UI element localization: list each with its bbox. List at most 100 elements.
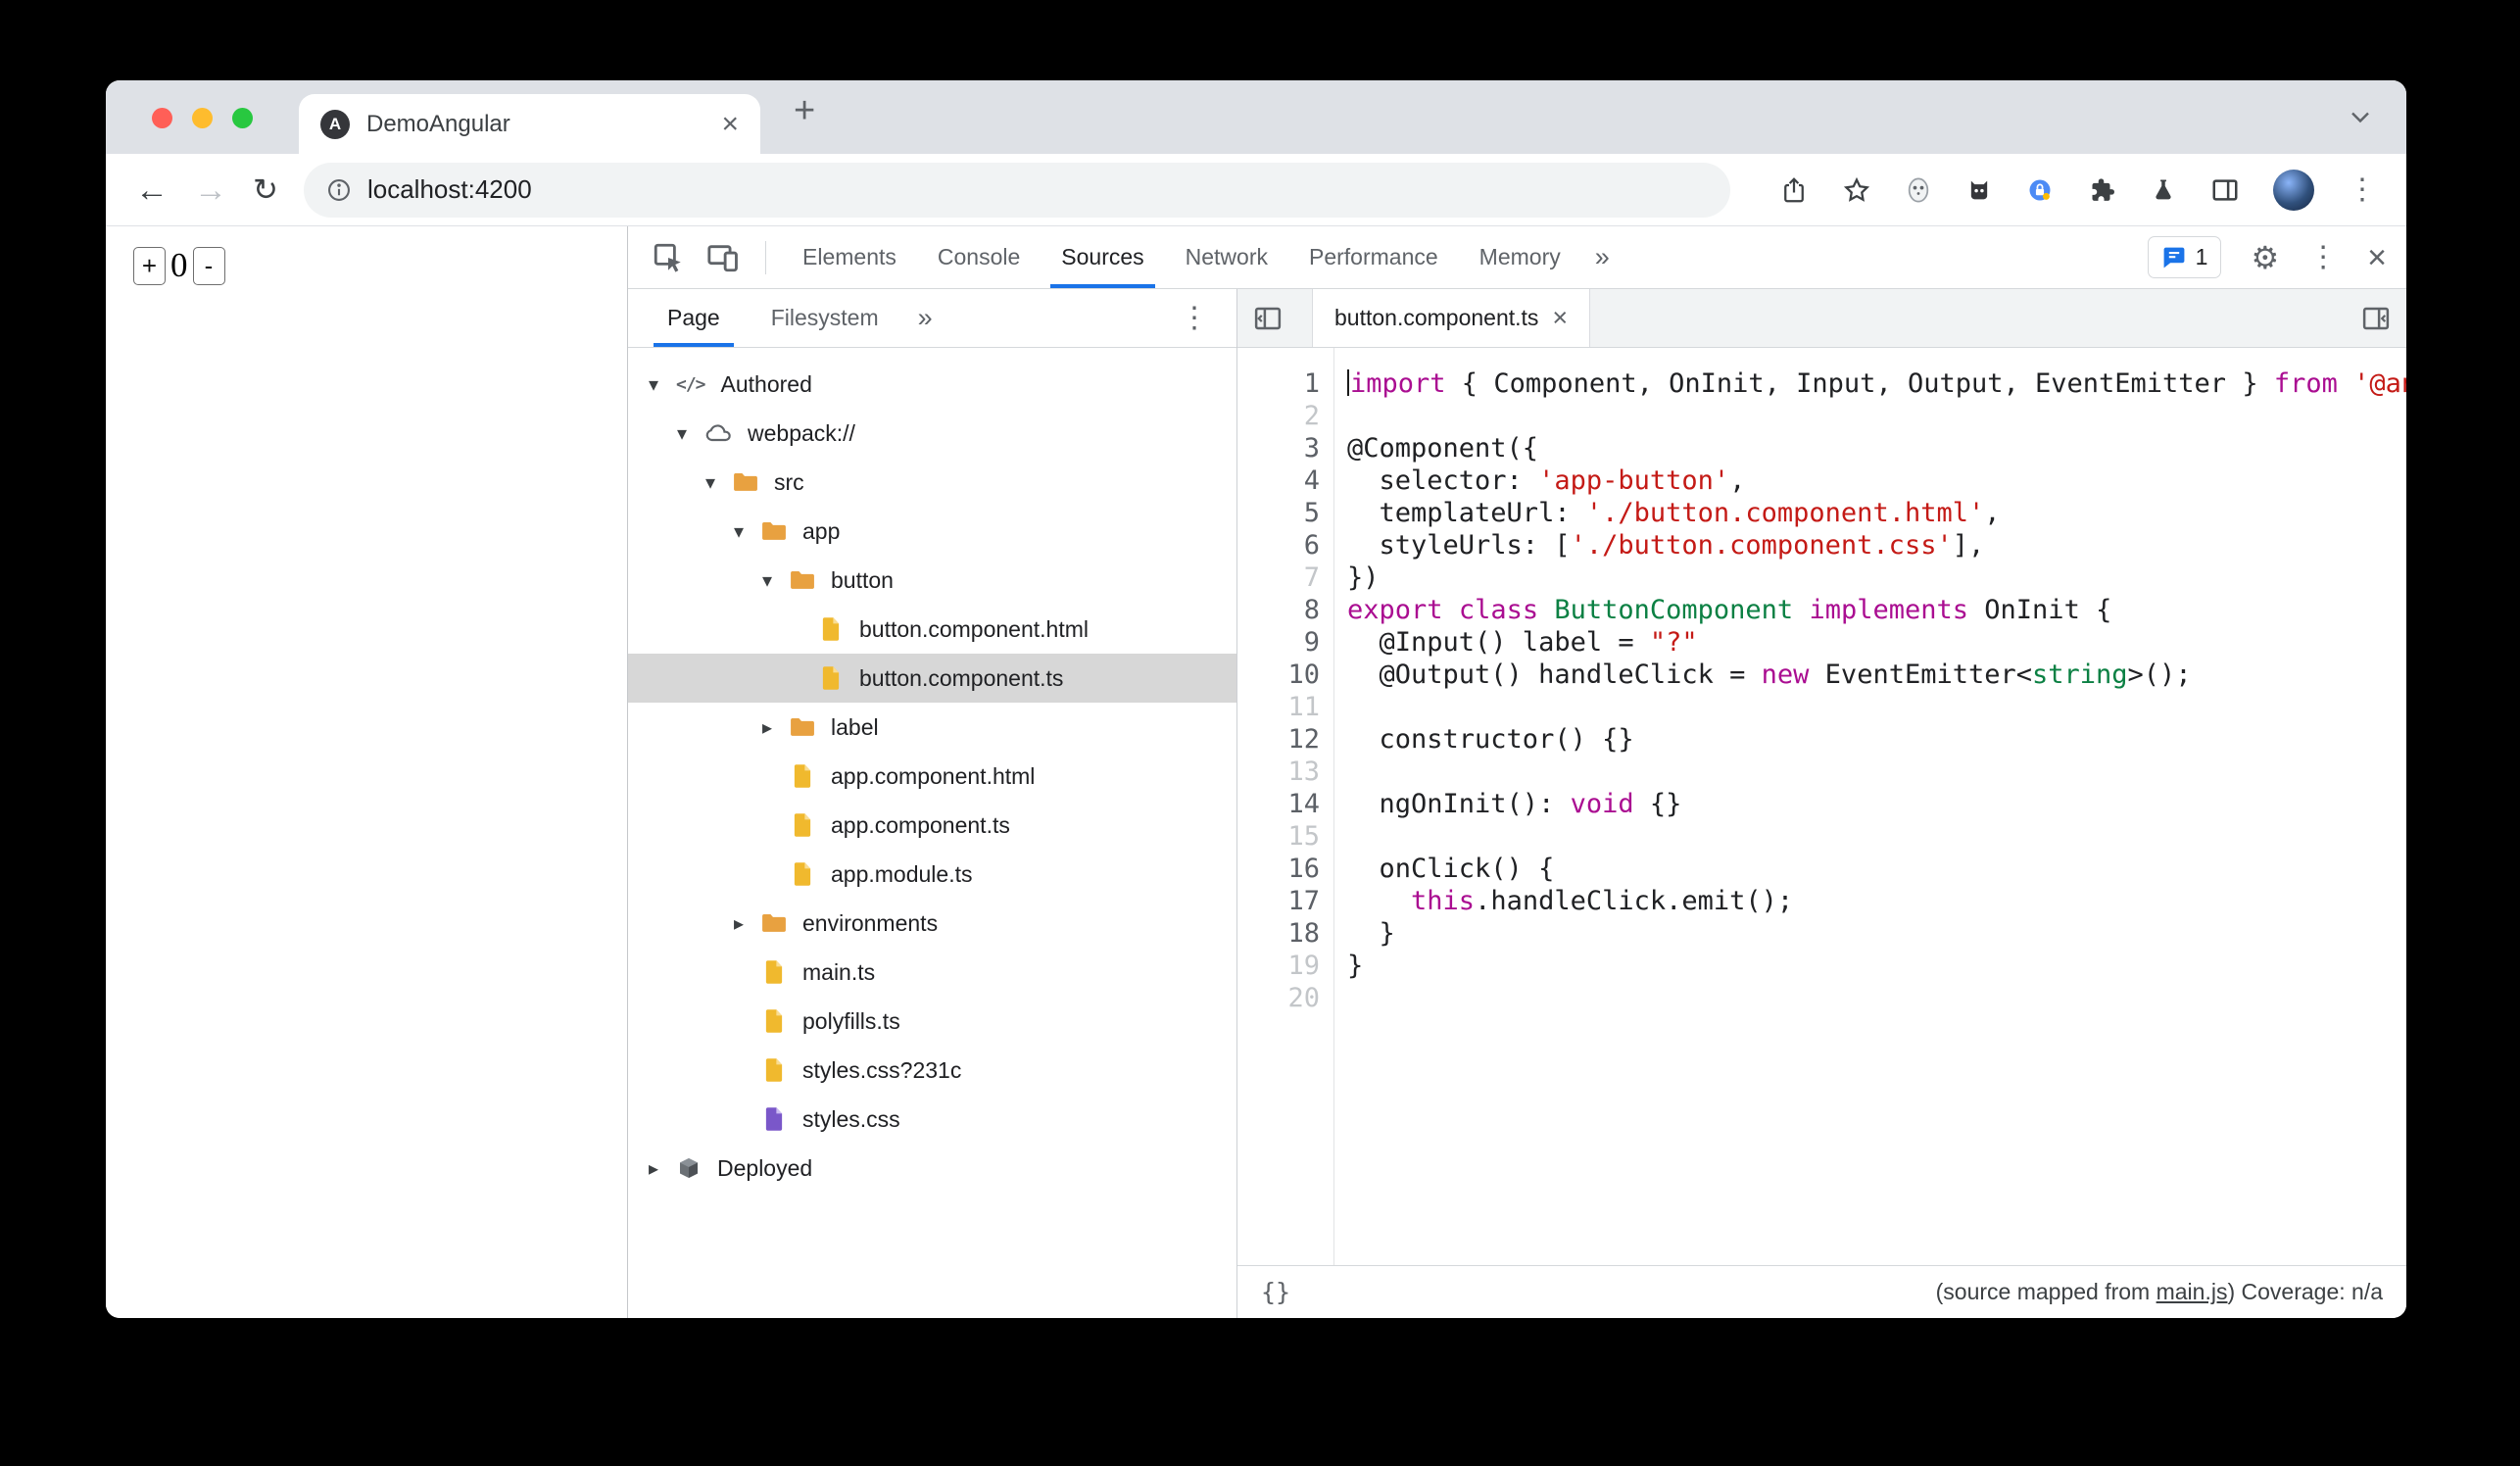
tree-item-src[interactable]: ▾ src xyxy=(628,458,1236,507)
devtools-settings-icon[interactable]: ⚙ xyxy=(2251,242,2279,273)
source-code[interactable]: import { Component, OnInit, Input, Outpu… xyxy=(1334,348,2406,1265)
increment-button[interactable]: + xyxy=(133,246,166,285)
line-number[interactable]: 1 xyxy=(1237,367,1320,400)
line-number[interactable]: 6 xyxy=(1237,529,1320,562)
close-window-button[interactable] xyxy=(152,108,172,128)
line-number[interactable]: 13 xyxy=(1237,756,1320,788)
browser-tab-demoangular[interactable]: A DemoAngular × xyxy=(299,94,760,154)
collapse-arrow-icon[interactable]: ▸ xyxy=(762,715,790,740)
line-number[interactable]: 8 xyxy=(1237,594,1320,626)
issues-counter[interactable]: 1 xyxy=(2147,236,2222,278)
tree-item-button.component.html[interactable]: button.component.html xyxy=(628,605,1236,654)
expand-arrow-icon[interactable]: ▾ xyxy=(677,421,704,446)
reload-button[interactable]: ↻ xyxy=(253,174,278,205)
devtools-tab-performance[interactable]: Performance xyxy=(1288,226,1459,288)
line-number[interactable]: 18 xyxy=(1237,917,1320,950)
device-toolbar-icon[interactable] xyxy=(706,241,740,274)
show-sidebar-icon[interactable] xyxy=(2361,304,2391,333)
extension-dark-icon[interactable] xyxy=(1965,176,1993,204)
collapse-arrow-icon[interactable]: ▸ xyxy=(649,1156,676,1181)
line-number[interactable]: 3 xyxy=(1237,432,1320,464)
navigator-menu-icon[interactable]: ⋮ xyxy=(1180,303,1223,333)
source-map-link[interactable]: main.js xyxy=(2157,1279,2228,1304)
tree-item-app.component.ts[interactable]: app.component.ts xyxy=(628,801,1236,850)
line-number[interactable]: 5 xyxy=(1237,497,1320,529)
devtools-tab-console[interactable]: Console xyxy=(917,226,1041,288)
back-button[interactable]: ← xyxy=(135,173,169,207)
tree-item-deployed[interactable]: ▸ Deployed xyxy=(628,1144,1236,1193)
tree-item-app[interactable]: ▾ app xyxy=(628,507,1236,556)
line-number[interactable]: 15 xyxy=(1237,820,1320,853)
expand-arrow-icon[interactable]: ▾ xyxy=(734,519,761,544)
hide-navigator-icon[interactable] xyxy=(1253,304,1283,333)
devtools-tab-sources[interactable]: Sources xyxy=(1041,226,1164,288)
tree-item-polyfills.ts[interactable]: polyfills.ts xyxy=(628,997,1236,1046)
minimize-window-button[interactable] xyxy=(192,108,213,128)
editor-tab-close-icon[interactable]: × xyxy=(1552,305,1568,331)
tree-item-button[interactable]: ▾ button xyxy=(628,556,1236,605)
tree-item-label[interactable]: ▸ label xyxy=(628,703,1236,752)
devtools-tab-memory[interactable]: Memory xyxy=(1459,226,1581,288)
line-number[interactable]: 19 xyxy=(1237,950,1320,982)
devtools-tab-elements[interactable]: Elements xyxy=(782,226,917,288)
editor-tab-button-component-ts[interactable]: button.component.ts × xyxy=(1312,289,1591,347)
navigator-tab-page[interactable]: Page xyxy=(642,289,746,347)
tree-item-app.component.html[interactable]: app.component.html xyxy=(628,752,1236,801)
line-number[interactable]: 12 xyxy=(1237,723,1320,756)
pretty-print-button[interactable]: {} xyxy=(1261,1278,1290,1306)
code-line: onClick() { xyxy=(1347,854,1555,884)
counter-value: 0 xyxy=(170,246,188,284)
line-number-gutter[interactable]: 1 2 3 4 5 6 7 8 9 10 11 12 13 14 15 16 17 18 19 20 xyxy=(1237,348,1334,1265)
line-number[interactable]: 20 xyxy=(1237,982,1320,1014)
browser-menu-icon[interactable]: ⋮ xyxy=(2348,174,2377,205)
extensions-puzzle-icon[interactable] xyxy=(2087,175,2116,205)
devtools-close-icon[interactable]: × xyxy=(2367,241,2387,274)
tree-item-app.module.ts[interactable]: app.module.ts xyxy=(628,850,1236,899)
line-number[interactable]: 2 xyxy=(1237,400,1320,432)
line-number[interactable]: 16 xyxy=(1237,853,1320,885)
line-number[interactable]: 11 xyxy=(1237,691,1320,723)
tree-item-authored[interactable]: ▾ </> Authored xyxy=(628,360,1236,409)
tree-item-styles.css-231c[interactable]: styles.css?231c xyxy=(628,1046,1236,1095)
inspect-element-icon[interactable] xyxy=(652,241,685,274)
extension-mask-icon[interactable] xyxy=(1905,176,1932,204)
line-number[interactable]: 4 xyxy=(1237,464,1320,497)
expand-arrow-icon[interactable]: ▾ xyxy=(762,568,790,593)
labs-flask-icon[interactable] xyxy=(2150,176,2177,204)
tree-item-styles.css[interactable]: styles.css xyxy=(628,1095,1236,1144)
collapse-arrow-icon[interactable]: ▸ xyxy=(734,911,761,936)
new-tab-button[interactable]: + xyxy=(794,90,815,132)
tree-item-button.component.ts[interactable]: button.component.ts xyxy=(628,654,1236,703)
line-number[interactable]: 10 xyxy=(1237,659,1320,691)
expand-arrow-icon[interactable]: ▾ xyxy=(649,372,676,397)
tree-item-webpack-[interactable]: ▾ webpack:// xyxy=(628,409,1236,458)
tab-close-icon[interactable]: × xyxy=(721,109,739,139)
side-panel-icon[interactable] xyxy=(2210,175,2240,205)
line-number[interactable]: 9 xyxy=(1237,626,1320,659)
forward-button[interactable]: → xyxy=(194,173,227,207)
line-number[interactable]: 7 xyxy=(1237,562,1320,594)
navigator-more-tabs-icon[interactable]: » xyxy=(904,305,946,331)
share-icon[interactable] xyxy=(1779,175,1809,205)
line-number[interactable]: 14 xyxy=(1237,788,1320,820)
tree-item-main.ts[interactable]: main.ts xyxy=(628,948,1236,997)
tree-item-environments[interactable]: ▸ environments xyxy=(628,899,1236,948)
site-info-icon[interactable] xyxy=(325,176,353,204)
line-number[interactable]: 17 xyxy=(1237,885,1320,917)
expand-arrow-icon[interactable]: ▾ xyxy=(705,470,733,495)
issues-bubble-icon xyxy=(2163,247,2185,268)
address-bar[interactable]: localhost:4200 xyxy=(303,162,1730,218)
editor-tab-bar: button.component.ts × xyxy=(1237,289,2406,348)
bookmark-star-icon[interactable] xyxy=(1842,175,1871,205)
decrement-button[interactable]: - xyxy=(192,246,225,285)
extension-lock-icon[interactable] xyxy=(2026,176,2054,204)
zoom-window-button[interactable] xyxy=(232,108,253,128)
more-tabs-icon[interactable]: » xyxy=(1581,244,1623,270)
tab-search-chevron-icon[interactable] xyxy=(2350,110,2371,124)
devtools-tab-network[interactable]: Network xyxy=(1165,226,1288,288)
navigator-tab-filesystem[interactable]: Filesystem xyxy=(746,289,904,347)
profile-avatar[interactable] xyxy=(2273,169,2314,211)
devtools-menu-icon[interactable]: ⋮ xyxy=(2308,242,2338,272)
devtools-panel: Elements Console Sources Network Performance… xyxy=(627,226,2406,1318)
